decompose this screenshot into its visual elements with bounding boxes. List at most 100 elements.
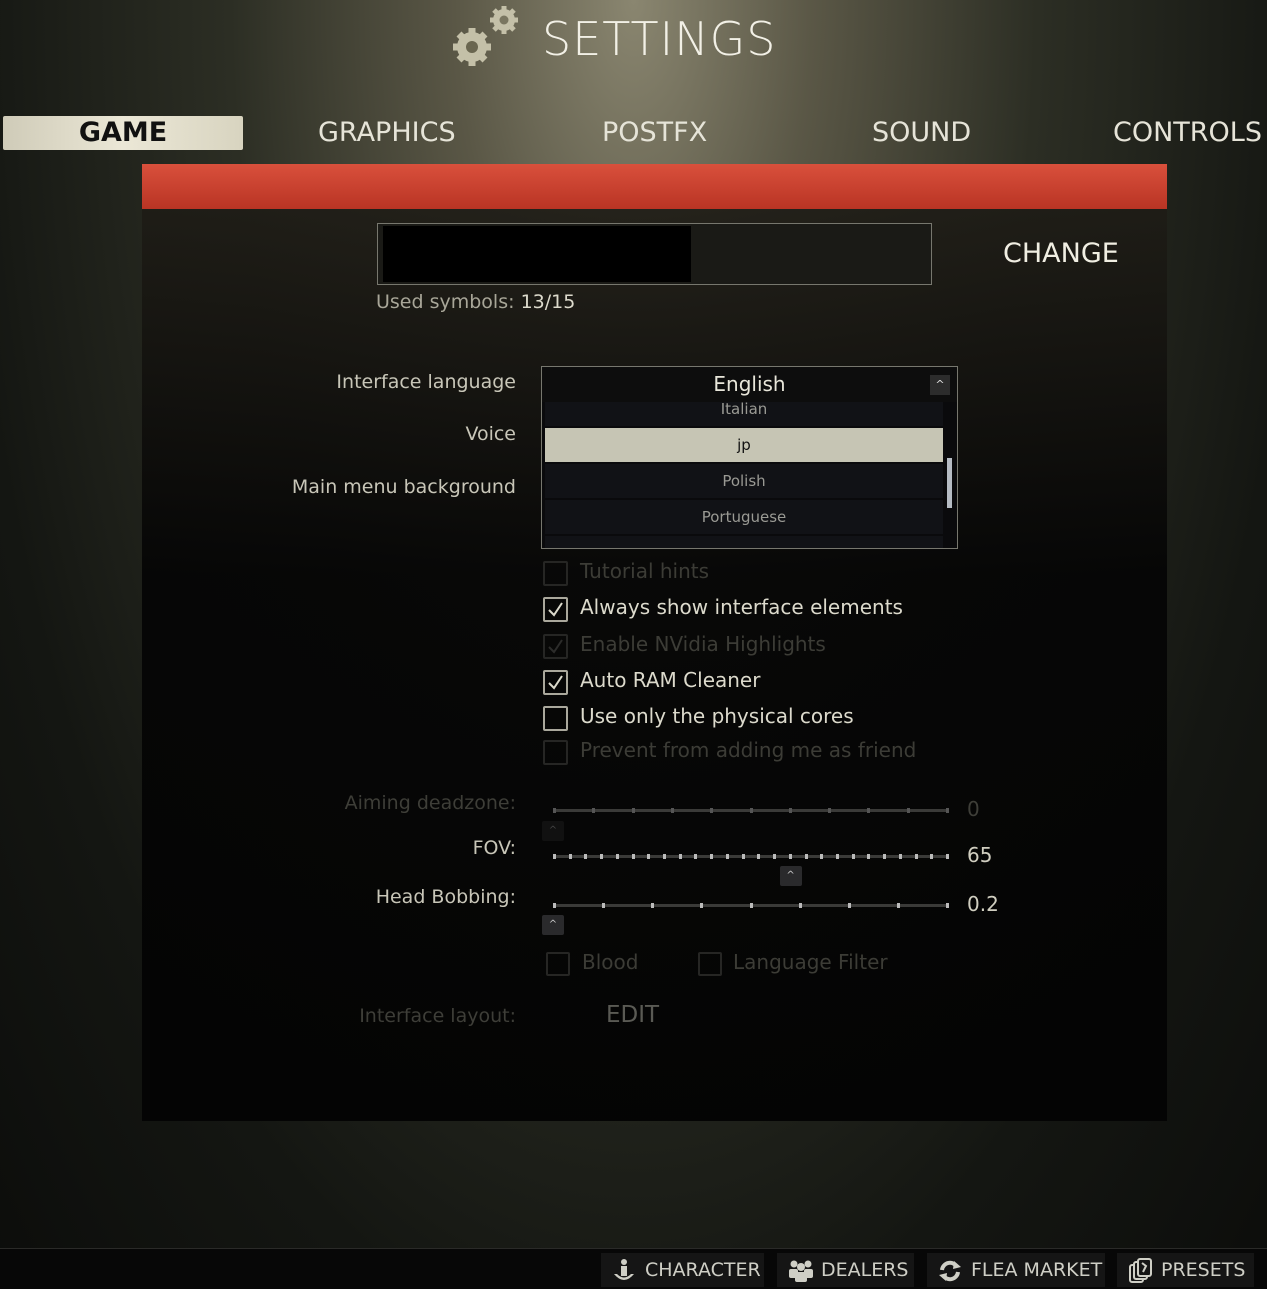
- character-icon: [614, 1259, 634, 1280]
- slider-tick: [788, 854, 792, 859]
- fov-label: FOV:: [472, 837, 516, 859]
- slider-tick: [678, 854, 682, 859]
- language-option[interactable]: Polish: [545, 464, 943, 498]
- slider-tick: [553, 854, 556, 859]
- slider-tick: [651, 903, 655, 908]
- slider-tick: [847, 903, 851, 908]
- checkbox[interactable]: [543, 561, 568, 586]
- language-filter-checkbox[interactable]: [698, 952, 722, 976]
- checkbox[interactable]: [543, 634, 568, 659]
- voice-label: Voice: [465, 423, 516, 445]
- used-symbols-value: 13/15: [520, 291, 576, 313]
- used-symbols: Used symbols: 13/15: [376, 291, 575, 313]
- language-option-highlighted[interactable]: jp: [545, 428, 943, 462]
- slider-tick: [867, 854, 871, 859]
- slider-tick: [749, 903, 753, 908]
- slider-tick: [896, 903, 900, 908]
- dropdown-selected: English: [713, 372, 786, 396]
- tab-sound[interactable]: SOUND: [872, 116, 971, 150]
- slider-tick: [584, 854, 588, 859]
- header-bar: [142, 164, 1167, 209]
- tab-controls[interactable]: CONTROLS: [1113, 116, 1262, 150]
- head-bobbing-value: 0.2: [967, 892, 999, 916]
- slider-tick: [906, 808, 910, 813]
- edit-layout-button[interactable]: EDIT: [606, 1002, 659, 1028]
- nickname-field[interactable]: [377, 223, 932, 285]
- aiming-deadzone-slider[interactable]: [553, 808, 949, 813]
- checkbox[interactable]: [543, 740, 568, 765]
- slider-tick: [647, 854, 651, 859]
- slider-tick: [741, 854, 745, 859]
- slider-tick: [663, 854, 667, 859]
- fov-slider[interactable]: [553, 854, 949, 859]
- slider-tick: [835, 854, 839, 859]
- slider-tick: [553, 808, 556, 813]
- tab-graphics[interactable]: GRAPHICS: [318, 116, 456, 150]
- presets-icon: [1129, 1258, 1152, 1283]
- blood-checkbox[interactable]: [546, 952, 570, 976]
- nickname-redacted: [383, 226, 691, 282]
- used-symbols-label: Used symbols:: [376, 291, 515, 313]
- slider-tick: [631, 854, 635, 859]
- slider-tick: [615, 854, 619, 859]
- slider-tick: [867, 808, 871, 813]
- language-list: Italian jp Polish Portuguese: [541, 402, 958, 549]
- slider-tick: [670, 808, 674, 813]
- slider-tick: [600, 854, 604, 859]
- checkbox-label: Auto RAM Cleaner: [580, 668, 761, 692]
- chevron-up-icon[interactable]: ^: [930, 375, 950, 395]
- flea-market-label: FLEA MARKET: [971, 1259, 1103, 1281]
- flea-market-button[interactable]: FLEA MARKET: [927, 1253, 1105, 1287]
- fov-slider-handle[interactable]: ^: [779, 866, 802, 886]
- character-button[interactable]: CHARACTER: [601, 1253, 764, 1287]
- language-option[interactable]: Portuguese: [545, 500, 943, 534]
- slider-tick: [710, 854, 714, 859]
- checkbox[interactable]: [543, 670, 568, 695]
- head-bobbing-slider-handle[interactable]: ^: [542, 915, 564, 935]
- slider-tick: [820, 854, 824, 859]
- slider-tick: [592, 808, 596, 813]
- slider-tick: [700, 903, 704, 908]
- tab-game[interactable]: GAME: [3, 116, 243, 150]
- tab-postfx[interactable]: POSTFX: [602, 116, 707, 150]
- head-bobbing-slider[interactable]: [553, 903, 949, 908]
- interface-layout-label: Interface layout:: [359, 1005, 516, 1027]
- settings-panel: [142, 209, 1167, 1121]
- main-menu-background-label: Main menu background: [291, 476, 516, 498]
- dealers-button[interactable]: DEALERS: [777, 1253, 914, 1287]
- character-label: CHARACTER: [645, 1259, 761, 1281]
- language-filter-label: Language Filter: [733, 950, 888, 974]
- gears-icon: [453, 6, 518, 66]
- slider-tick: [602, 903, 606, 908]
- aiming-deadzone-value: 0: [967, 797, 980, 821]
- dealers-icon: [789, 1260, 813, 1282]
- presets-button[interactable]: PRESETS: [1117, 1253, 1254, 1287]
- page-title: SETTINGS: [542, 12, 777, 66]
- flea-market-icon: [939, 1260, 961, 1282]
- slider-tick: [898, 854, 902, 859]
- checkbox-label: Use only the physical cores: [580, 704, 854, 728]
- checkbox-label: Prevent from adding me as friend: [580, 738, 917, 762]
- checkbox[interactable]: [543, 597, 568, 622]
- checkbox-label: Always show interface elements: [580, 595, 903, 619]
- aiming-deadzone-slider-handle[interactable]: ^: [542, 821, 564, 841]
- interface-language-dropdown[interactable]: English ^: [541, 366, 958, 403]
- slider-tick: [694, 854, 698, 859]
- slider-tick: [710, 808, 714, 813]
- interface-language-label: Interface language: [336, 371, 516, 393]
- change-button[interactable]: CHANGE: [1003, 238, 1119, 269]
- checkmark-icon: [548, 639, 563, 654]
- checkmark-icon: [548, 675, 563, 690]
- slider-tick: [804, 854, 808, 859]
- list-scrollbar[interactable]: [947, 458, 952, 508]
- slider-tick: [725, 854, 729, 859]
- checkbox-label: Enable NVidia Highlights: [580, 632, 826, 656]
- slider-tick: [749, 808, 753, 813]
- slider-tick: [946, 903, 949, 908]
- checkbox[interactable]: [543, 706, 568, 731]
- fov-value: 65: [967, 843, 993, 867]
- slider-tick: [757, 854, 761, 859]
- slider-tick: [828, 808, 832, 813]
- language-option[interactable]: Italian: [545, 402, 943, 426]
- slider-tick: [851, 854, 855, 859]
